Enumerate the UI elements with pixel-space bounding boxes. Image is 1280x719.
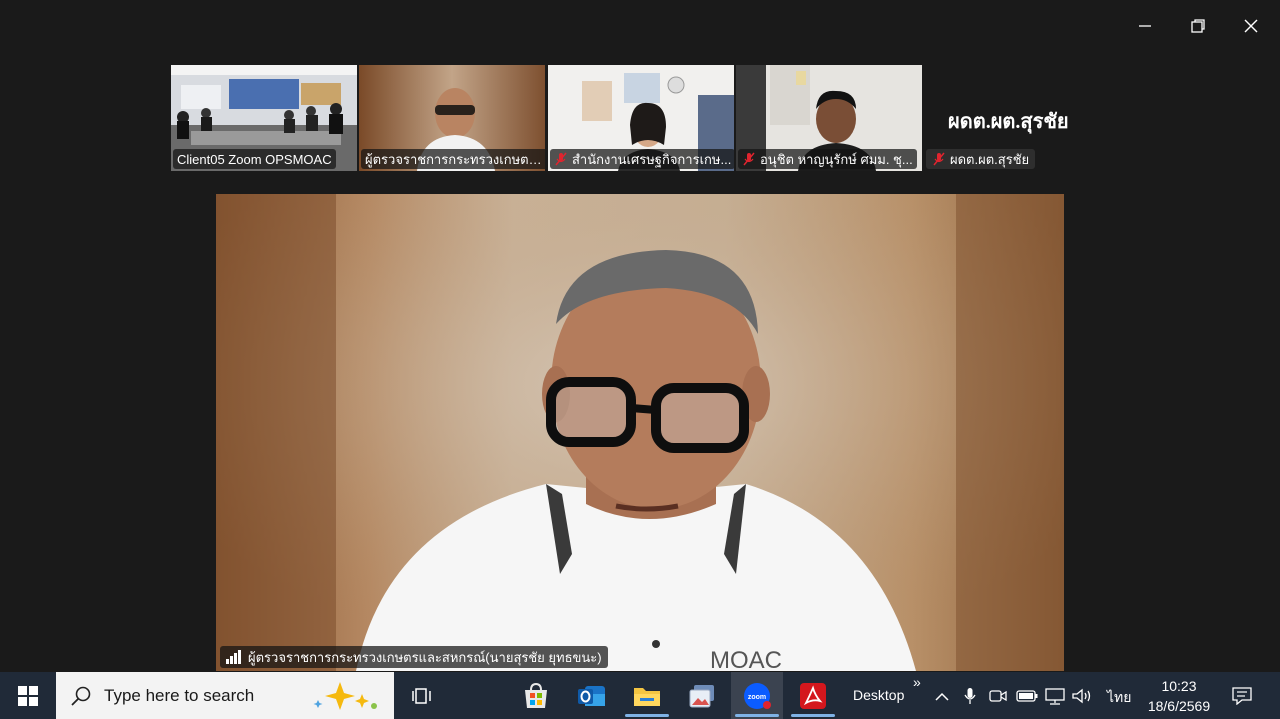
close-button[interactable] [1239,14,1263,38]
network-icon [1045,687,1065,705]
start-button[interactable] [0,672,56,719]
minimize-icon [1139,25,1151,27]
network-tray-button[interactable] [1043,672,1067,719]
zoom-icon: zoom [744,682,771,709]
microphone-tray-button[interactable] [959,672,981,719]
input-language-indicator[interactable]: ไทย [1107,687,1131,709]
volume-tray-button[interactable] [1070,672,1094,719]
speaker-video-frame: MOAC [216,194,1064,671]
svg-text:zoom: zoom [748,694,766,701]
microphone-icon [964,687,976,704]
participant-tile[interactable]: อนุชิต หาญนุรักษ์ ศมม. ชุ... [736,65,922,171]
mic-muted-icon [743,152,755,166]
clock-time: 10:23 [1161,677,1197,694]
camera-tray-button[interactable] [987,672,1009,719]
search-placeholder: Type here to search [104,685,255,705]
participant-name-tag: ผดต.ผต.สุรชัย [926,149,1036,169]
windows-taskbar: Type here to search zoom Desktop » ไทย 1… [0,672,1280,719]
battery-tray-button[interactable] [1014,672,1040,719]
clock-date: 18/6/2569 [1147,697,1211,714]
show-hidden-icons-button[interactable] [931,672,953,719]
participant-name-tag: อนุชิต หาญนุรักษ์ ศมม. ชุ... [738,149,917,169]
taskbar-search-input[interactable]: Type here to search [56,672,394,719]
microsoft-store-button[interactable] [514,672,558,719]
acrobat-icon [800,682,826,709]
mic-muted-icon [933,152,945,166]
participant-tile[interactable]: Client05 Zoom OPSMOAC [171,65,357,171]
participant-display-name: ผดต.ผต.สุรชัย [948,111,1069,133]
minimize-button[interactable] [1133,14,1157,38]
restore-icon [1191,19,1205,33]
notification-icon [1232,686,1252,705]
search-icon [71,686,91,706]
speaker-name: ผู้ตรวจราชการกระทรวงเกษตรและสหกรณ์(นายสุ… [248,649,602,665]
shirt-logo: MOAC [710,647,782,671]
microsoft-store-icon [525,682,547,708]
file-explorer-button[interactable] [625,672,669,719]
copilot-sparkle-icon [313,682,377,710]
task-view-icon [412,687,431,704]
task-view-button[interactable] [400,672,444,719]
participant-name: Client05 Zoom OPSMOAC [177,151,332,167]
outlook-button[interactable] [570,672,614,719]
battery-icon [1016,689,1038,702]
photos-button[interactable] [680,672,724,719]
outlook-icon [578,685,605,706]
camera-icon [989,689,1007,702]
zoom-button[interactable]: zoom [731,672,783,719]
chevron-up-icon [935,692,949,701]
participant-tile[interactable]: สำนักงานเศรษฐกิจการเกษ... [548,65,734,171]
signal-bars-icon [226,650,241,664]
acrobat-button[interactable] [790,672,836,719]
participant-name-tag: ผู้ตรวจราชการกระทรวงเกษตร... [361,149,545,169]
windows-logo-icon [18,685,38,706]
participant-name: ผู้ตรวจราชการกระทรวงเกษตร... [365,151,545,167]
taskbar-clock[interactable]: 10:23 18/6/2569 [1140,672,1218,719]
speaker-name-tag: ผู้ตรวจราชการกระทรวงเกษตรและสหกรณ์(นายสุ… [220,646,608,668]
restore-button[interactable] [1186,14,1210,38]
desktop-toolbar-label[interactable]: Desktop [853,687,904,703]
notification-center-button[interactable] [1226,672,1258,719]
close-icon [1244,19,1258,33]
participant-name: ผดต.ผต.สุรชัย [950,151,1030,167]
participant-name: อนุชิต หาญนุรักษ์ ศมม. ชุ... [760,151,913,167]
participant-name-tag: Client05 Zoom OPSMOAC [173,149,336,169]
participant-tile-active[interactable]: ผู้ตรวจราชการกระทรวงเกษตร... [359,65,545,171]
participant-tile-no-video[interactable]: ผดต.ผต.สุรชัย ผดต.ผต.สุรชัย [924,65,1110,171]
participant-name: สำนักงานเศรษฐกิจการเกษ... [572,151,732,167]
speaker-icon [1072,688,1091,703]
active-speaker-video[interactable]: MOAC ผู้ตรวจราชการกระทรวงเกษตรและสหกรณ์(… [216,194,1064,671]
mic-muted-icon [555,152,567,166]
participant-name-tag: สำนักงานเศรษฐกิจการเกษ... [550,149,734,169]
photos-icon [689,684,714,707]
chevron-double-right-icon[interactable]: » [913,674,921,690]
file-explorer-icon [634,687,660,706]
